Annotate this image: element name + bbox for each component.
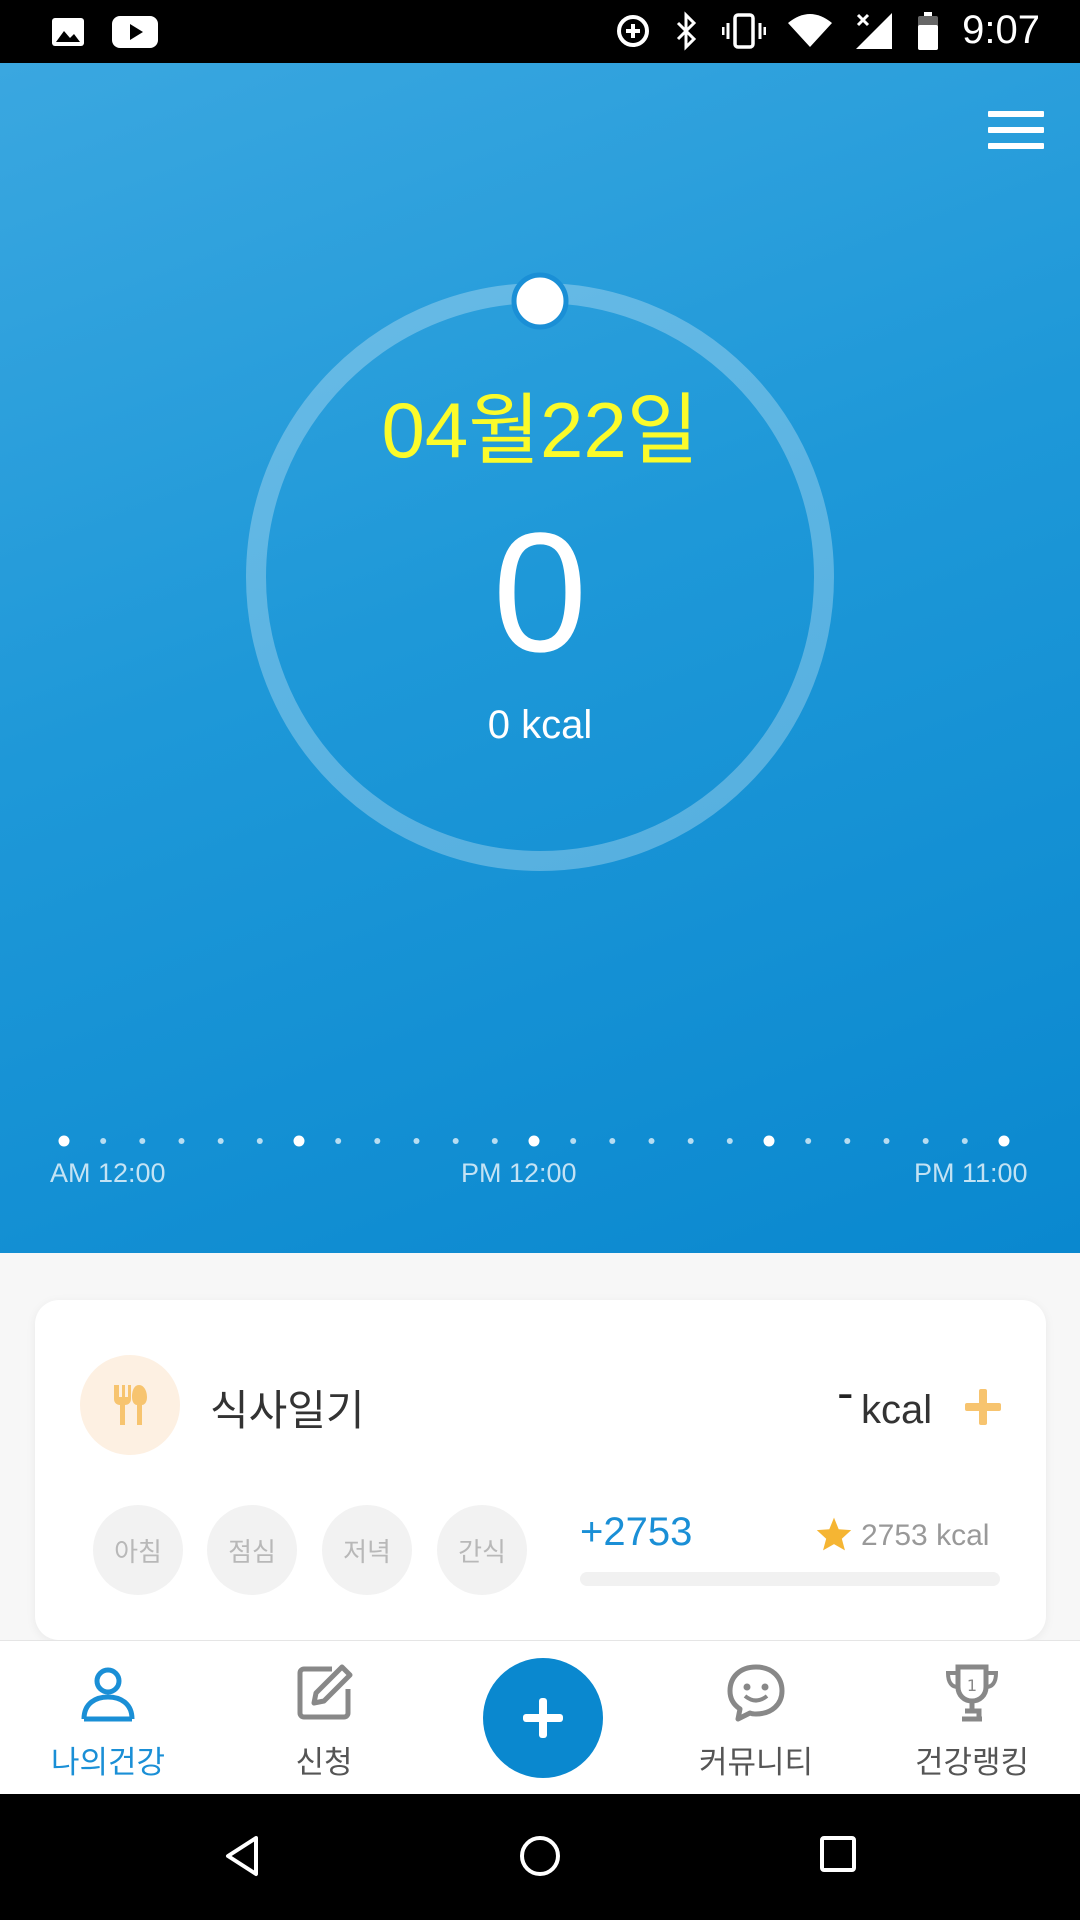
meal-kcal-unit: kcal	[861, 1388, 933, 1432]
add-meal-button[interactable]	[963, 1387, 1003, 1427]
person-icon	[76, 1661, 140, 1729]
timeline-dot	[844, 1138, 851, 1144]
timeline-label-end: PM 11:00	[914, 1158, 1028, 1188]
svg-text:1: 1	[967, 1676, 977, 1695]
daily-summary-panel: 04월22일 0 0 kcal AM 12:00 PM 12:00 PM 11:…	[0, 63, 1080, 1253]
meal-chip-breakfast[interactable]: 아침	[93, 1505, 183, 1595]
meal-kcal-value: -	[837, 1366, 854, 1420]
timeline-dot	[491, 1138, 498, 1144]
timeline-dot	[805, 1138, 812, 1144]
timeline-dot	[726, 1138, 733, 1144]
kcal-value: 0 kcal	[487, 703, 593, 747]
fork-spoon-icon	[80, 1355, 180, 1455]
plus-icon[interactable]	[483, 1658, 603, 1778]
chat-smile-icon	[724, 1661, 788, 1729]
nav-label: 건강랭킹	[914, 1745, 1030, 1781]
count-value: 0	[492, 498, 588, 688]
timeline-major-dot	[763, 1135, 775, 1147]
timeline-dot	[570, 1138, 577, 1144]
meal-chip-snack[interactable]: 간식	[437, 1505, 527, 1595]
nav-label: 나의건강	[50, 1745, 166, 1781]
kcal-progress-bar	[580, 1572, 1000, 1586]
status-time: 9:07	[962, 8, 1040, 52]
battery-icon	[916, 11, 940, 51]
timeline-dot	[648, 1138, 655, 1144]
timeline-dot	[100, 1138, 107, 1144]
timeline-dot	[374, 1138, 381, 1144]
timeline-dot	[922, 1138, 929, 1144]
meal-chip-dinner[interactable]: 저녁	[322, 1505, 412, 1595]
goal-kcal-text: 2753 kcal	[861, 1519, 990, 1552]
nav-label: 커뮤니티	[698, 1745, 814, 1781]
timeline-major-dot	[528, 1135, 540, 1147]
timeline-dot	[452, 1138, 459, 1144]
timeline-label-start: AM 12:00	[50, 1158, 166, 1188]
remaining-kcal: +2753	[580, 1510, 693, 1554]
timeline-dot	[883, 1138, 890, 1144]
timeline-dot	[178, 1138, 185, 1144]
nav-my-health[interactable]: 나의건강	[0, 1641, 216, 1795]
system-navigation-bar	[0, 1794, 1080, 1920]
youtube-icon	[112, 15, 158, 49]
date-label: 04월22일	[381, 386, 699, 474]
signal-icon	[854, 11, 894, 51]
timeline-dot	[256, 1138, 263, 1144]
timeline-major-dot	[58, 1135, 70, 1147]
timeline-dot	[961, 1138, 968, 1144]
timeline-dot	[217, 1138, 224, 1144]
nav-health-ranking[interactable]: 1 건강랭킹	[864, 1641, 1080, 1795]
timeline-dot	[335, 1138, 342, 1144]
data-saver-icon	[614, 12, 652, 50]
recents-icon[interactable]	[818, 1834, 858, 1878]
wifi-icon	[788, 13, 833, 49]
vibrate-icon	[722, 11, 767, 51]
nav-community[interactable]: 커뮤니티	[648, 1641, 864, 1795]
meal-diary-card[interactable]: 식사일기 - kcal 아침 점심 저녁 간식 +2753 2753 kcal	[35, 1300, 1046, 1640]
edit-icon	[292, 1661, 356, 1729]
timeline-dot	[609, 1138, 616, 1144]
timeline-major-dot	[293, 1135, 305, 1147]
trophy-icon: 1	[940, 1661, 1004, 1729]
timeline-major-dot	[998, 1135, 1010, 1147]
timeline-dot	[413, 1138, 420, 1144]
home-icon[interactable]	[518, 1834, 562, 1882]
meal-diary-title: 식사일기	[210, 1386, 365, 1435]
timeline-dot	[687, 1138, 694, 1144]
nav-label: 신청	[295, 1745, 353, 1781]
timeline-label-mid: PM 12:00	[461, 1158, 577, 1188]
timeline-dots	[58, 1135, 1010, 1147]
bluetooth-icon	[674, 10, 700, 51]
meal-chip-lunch[interactable]: 점심	[207, 1505, 297, 1595]
star-icon	[815, 1516, 853, 1556]
status-bar: 9:07	[0, 0, 1080, 63]
back-icon[interactable]	[222, 1834, 262, 1882]
timeline-dot	[139, 1138, 146, 1144]
goal-kcal: 2753 kcal	[815, 1516, 989, 1556]
bottom-navigation: 나의건강 신청 커뮤니티 1 건강랭킹	[0, 1640, 1080, 1795]
ring-handle[interactable]	[511, 272, 569, 330]
image-icon	[50, 14, 86, 50]
nav-apply[interactable]: 신청	[216, 1641, 432, 1795]
